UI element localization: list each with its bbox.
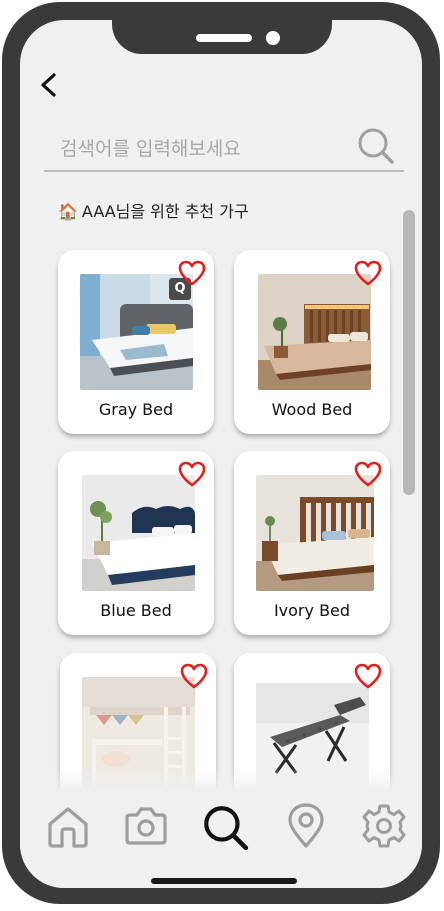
product-name: Wood Bed	[271, 400, 353, 419]
front-camera	[266, 31, 280, 45]
search-input[interactable]	[58, 134, 342, 164]
camera-icon[interactable]	[122, 802, 170, 850]
recommendation-title: AAA님을 위한 추천 가구	[81, 202, 249, 221]
heart-icon[interactable]	[178, 260, 206, 286]
product-name: Blue Bed	[100, 601, 172, 620]
heart-icon[interactable]	[178, 461, 206, 487]
product-card[interactable]: Ivory Bed	[234, 451, 390, 635]
back-arrow-icon[interactable]	[38, 72, 58, 98]
heart-icon[interactable]	[354, 663, 382, 689]
phone-notch	[112, 20, 332, 54]
product-image: Q	[80, 274, 193, 390]
search-icon[interactable]	[200, 802, 250, 852]
bottom-tab-bar	[20, 788, 422, 888]
product-card[interactable]: Wood Bed	[234, 250, 390, 434]
scrollbar[interactable]	[403, 210, 415, 495]
product-card[interactable]: Blue Bed	[58, 451, 214, 635]
search-bar	[44, 126, 404, 172]
app-screen: 🏠AAA님을 위한 추천 가구 Q	[20, 20, 422, 888]
heart-icon[interactable]	[180, 663, 208, 689]
product-image	[256, 475, 374, 591]
product-image	[258, 274, 371, 390]
phone-frame: 🏠AAA님을 위한 추천 가구 Q	[2, 2, 440, 904]
search-icon[interactable]	[356, 126, 396, 166]
recommendation-heading: 🏠 AAA님을 위한 추천 가구	[58, 198, 249, 222]
home-indicator	[151, 878, 297, 884]
product-name: Gray Bed	[98, 400, 174, 419]
location-pin-icon[interactable]	[282, 802, 330, 850]
product-card[interactable]: Q Gray Bed	[58, 250, 214, 434]
gear-icon[interactable]	[360, 802, 408, 850]
heart-icon[interactable]	[354, 461, 382, 487]
heart-icon[interactable]	[354, 260, 382, 286]
speaker-grille	[196, 34, 252, 42]
product-name: Ivory Bed	[273, 601, 351, 620]
house-icon: 🏠	[58, 202, 78, 221]
product-image	[82, 475, 195, 591]
home-icon[interactable]	[44, 802, 92, 850]
